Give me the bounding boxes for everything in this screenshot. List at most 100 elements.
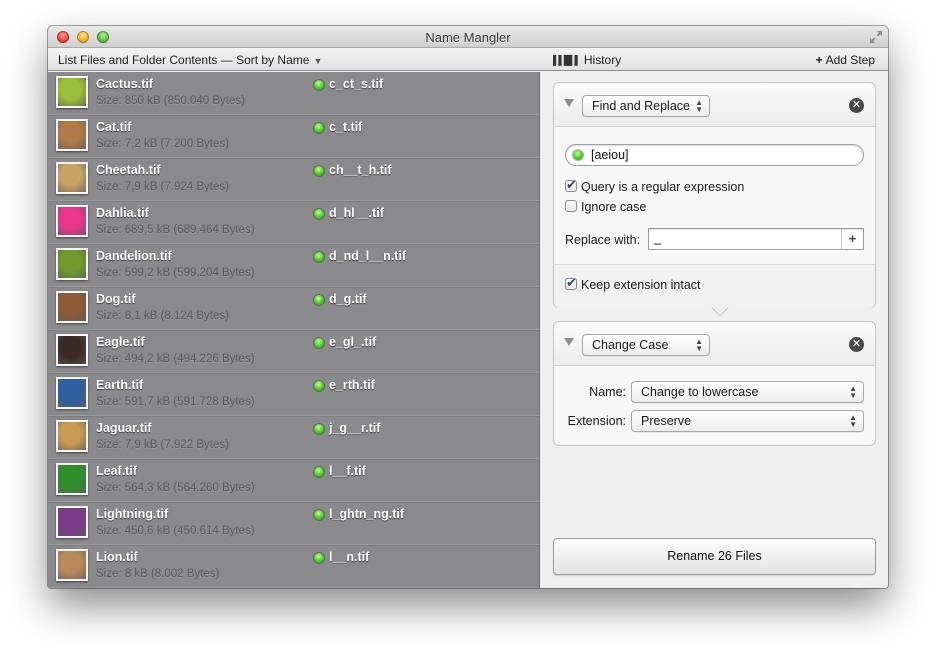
file-thumbnail-dog	[56, 291, 88, 323]
new-file-name: e_gl_.tif	[329, 335, 377, 349]
add-step-button[interactable]: + Add Step	[816, 53, 875, 67]
status-ok-icon	[314, 209, 324, 219]
file-row[interactable]: Earth.tif Size: 591,7 kB (591.728 Bytes) e…	[48, 373, 539, 416]
file-thumbnail-eagle	[56, 334, 88, 366]
history-icon: ▌▌█▌▌	[553, 55, 581, 65]
regex-checkbox-row[interactable]: Query is a regular expression	[565, 177, 744, 194]
file-name: Leaf.tif	[96, 464, 137, 478]
step-type-popup[interactable]: Change Case ▲ ▼	[582, 334, 710, 356]
updown-arrows-icon: ▲ ▼	[849, 413, 857, 429]
history-button[interactable]: ▌▌█▌▌ History	[553, 53, 621, 67]
new-file-name: l__n.tif	[329, 550, 370, 564]
step-header: Change Case ▲ ▼ ✕	[554, 322, 875, 366]
file-row[interactable]: Leaf.tif Size: 564,3 kB (564.260 Bytes) l_…	[48, 459, 539, 502]
case-extension-value: Preserve	[641, 414, 692, 428]
query-valid-icon	[573, 150, 583, 160]
remove-step-icon[interactable]: ✕	[849, 337, 864, 352]
status-ok-icon	[314, 467, 324, 477]
step-type-label: Change Case	[592, 338, 669, 352]
ignore-case-label: Ignore case	[581, 200, 647, 214]
case-name-value: Change to lowercase	[641, 385, 759, 399]
replace-with-field[interactable]: _ +	[648, 228, 864, 250]
file-size: Size: 7,2 kB (7.200 Bytes)	[96, 138, 229, 150]
case-name-label: Name:	[589, 385, 626, 399]
file-row[interactable]: Eagle.tif Size: 494,2 kB (494.226 Bytes) e…	[48, 330, 539, 373]
status-ok-icon	[314, 123, 324, 133]
new-file-name: e_rth.tif	[329, 378, 375, 392]
status-ok-icon	[314, 553, 324, 563]
status-ok-icon	[314, 166, 324, 176]
file-size: Size: 8,1 kB (8.124 Bytes)	[96, 310, 229, 322]
file-thumbnail-dahlia	[56, 205, 88, 237]
updown-arrows-icon: ▲ ▼	[695, 337, 703, 353]
fullscreen-icon[interactable]	[869, 30, 883, 44]
file-thumbnail-leaf	[56, 463, 88, 495]
file-size: Size: 850 kB (850.040 Bytes)	[96, 95, 245, 107]
new-file-name: d_g.tif	[329, 292, 367, 306]
file-row[interactable]: Dahlia.tif Size: 689,5 kB (689.464 Bytes)…	[48, 201, 539, 244]
status-ok-icon	[314, 295, 324, 305]
step-connector-arrow	[711, 299, 729, 317]
dropdown-triangle-icon: ▼	[313, 56, 323, 66]
file-size: Size: 689,5 kB (689.464 Bytes)	[96, 224, 255, 236]
file-thumbnail-cat	[56, 119, 88, 151]
file-size: Size: 591,7 kB (591.728 Bytes)	[96, 396, 255, 408]
file-row[interactable]: Cheetah.tif Size: 7,9 kB (7.924 Bytes) ch_…	[48, 158, 539, 201]
rename-files-button[interactable]: Rename 26 Files	[553, 538, 876, 575]
keep-extension-checkbox-row[interactable]: Keep extension intact	[565, 275, 701, 292]
file-size: Size: 450,6 kB (450.614 Bytes)	[96, 525, 255, 537]
new-file-name: d_hl__.tif	[329, 206, 384, 220]
file-row[interactable]: Lion.tif Size: 8 kB (8.002 Bytes) l__n.tif	[48, 545, 539, 588]
file-thumbnail-earth	[56, 377, 88, 409]
status-ok-icon	[314, 381, 324, 391]
new-file-name: j_g__r.tif	[329, 421, 381, 435]
file-name: Dandelion.tif	[96, 249, 172, 263]
file-name: Eagle.tif	[96, 335, 145, 349]
app-window: Name Mangler List Files and Folder Conte…	[48, 26, 888, 588]
disclosure-triangle-icon[interactable]	[564, 338, 574, 346]
plus-icon: +	[815, 53, 823, 67]
step-footer: Keep extension intact	[554, 264, 875, 317]
disclosure-triangle-icon[interactable]	[564, 99, 574, 107]
title-bar[interactable]: Name Mangler	[48, 26, 888, 48]
remove-step-icon[interactable]: ✕	[849, 98, 864, 113]
case-extension-popup[interactable]: Preserve ▲ ▼	[631, 410, 864, 432]
ignore-case-checkbox-row[interactable]: Ignore case	[565, 200, 646, 214]
ignore-case-checkbox[interactable]	[565, 200, 577, 212]
file-row[interactable]: Lightning.tif Size: 450,6 kB (450.614 Byt…	[48, 502, 539, 545]
file-size: Size: 7,9 kB (7.922 Bytes)	[96, 439, 229, 451]
file-name: Cactus.tif	[96, 77, 153, 91]
file-name: Earth.tif	[96, 378, 144, 392]
find-replace-step: Find and Replace ▲▼ ✕ [aeiou] Query is a…	[553, 82, 876, 317]
file-name: Cheetah.tif	[96, 163, 161, 177]
file-row[interactable]: Cactus.tif Size: 850 kB (850.040 Bytes) c_…	[48, 72, 539, 115]
new-file-name: c_t.tif	[329, 120, 363, 134]
file-size: Size: 494,2 kB (494.226 Bytes)	[96, 353, 255, 365]
file-row[interactable]: Dog.tif Size: 8,1 kB (8.124 Bytes) d_g.tif	[48, 287, 539, 330]
sort-menu[interactable]: List Files and Folder Contents — Sort by…	[58, 53, 322, 67]
step-type-popup[interactable]: Find and Replace ▲ ▼	[582, 95, 710, 117]
file-row[interactable]: Cat.tif Size: 7,2 kB (7.200 Bytes) c_t.tif	[48, 115, 539, 158]
file-list[interactable]: Cactus.tif Size: 850 kB (850.040 Bytes) c_…	[48, 72, 540, 588]
file-name: Lion.tif	[96, 550, 138, 564]
file-row[interactable]: Jaguar.tif Size: 7,9 kB (7.922 Bytes) j_g_…	[48, 416, 539, 459]
file-thumbnail-jaguar	[56, 420, 88, 452]
case-name-popup[interactable]: Change to lowercase ▲ ▼	[631, 381, 864, 403]
status-ok-icon	[314, 510, 324, 520]
new-file-name: d_nd_l__n.tif	[329, 249, 407, 263]
file-size: Size: 599,2 kB (599.204 Bytes)	[96, 267, 255, 279]
regex-checkbox[interactable]	[565, 177, 577, 193]
status-ok-icon	[314, 252, 324, 262]
step-header: Find and Replace ▲ ▼ ✕	[554, 83, 875, 127]
file-size: Size: 564,3 kB (564.260 Bytes)	[96, 482, 255, 494]
file-thumbnail-dandelion	[56, 248, 88, 280]
file-size: Size: 7,9 kB (7.924 Bytes)	[96, 181, 229, 193]
window-title: Name Mangler	[425, 30, 511, 45]
insert-token-button[interactable]: +	[841, 229, 863, 249]
steps-panel: Find and Replace ▲▼ ✕ [aeiou] Query is a…	[541, 72, 888, 588]
find-query-field[interactable]: [aeiou]	[565, 144, 864, 166]
file-name: Dog.tif	[96, 292, 136, 306]
new-file-name: ch__t_h.tif	[329, 163, 392, 177]
file-row[interactable]: Dandelion.tif Size: 599,2 kB (599.204 Byt…	[48, 244, 539, 287]
keep-extension-checkbox[interactable]	[565, 275, 577, 291]
